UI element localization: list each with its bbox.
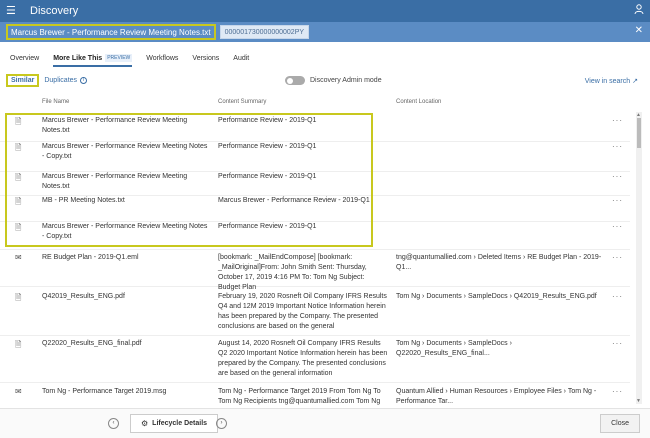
- row-menu-icon[interactable]: ···: [612, 116, 623, 125]
- content-location[interactable]: Tom Ng › Documents › SampleDocs › Q22020…: [396, 339, 606, 359]
- content-summary: Marcus Brewer - Performance Review - 201…: [218, 197, 370, 204]
- document-icon: 🗎: [15, 143, 22, 152]
- document-icon: 🗎: [15, 197, 22, 206]
- column-header-file-name[interactable]: File Name: [42, 99, 69, 105]
- file-name[interactable]: Marcus Brewer - Performance Review Meeti…: [42, 222, 210, 242]
- document-title: Marcus Brewer - Performance Review Meeti…: [6, 24, 216, 40]
- table-row[interactable]: 🗎 Q42019_Results_ENG.pdf February 19, 20…: [0, 292, 630, 336]
- gear-icon: ⚙: [141, 419, 149, 428]
- next-icon[interactable]: ›: [216, 418, 227, 429]
- subtab-bar: Similar Duplicates i: [6, 74, 88, 87]
- external-link-icon: ↗: [632, 78, 638, 85]
- tab-versions[interactable]: Versions: [192, 54, 219, 65]
- email-icon: ✉: [15, 387, 22, 396]
- admin-mode-label: Discovery Admin mode: [310, 77, 382, 84]
- tab-more-like-this[interactable]: More Like This PREVIEW: [53, 54, 133, 67]
- row-menu-icon[interactable]: ···: [612, 222, 623, 231]
- content-summary: Tom Ng - Performance Target 2019 From To…: [218, 388, 381, 405]
- document-icon: 🗎: [15, 293, 22, 302]
- file-name[interactable]: Marcus Brewer - Performance Review Meeti…: [42, 142, 210, 162]
- table-row[interactable]: ✉ Tom Ng - Performance Target 2019.msg T…: [0, 387, 630, 407]
- row-menu-icon[interactable]: ···: [612, 172, 623, 181]
- row-menu-icon[interactable]: ···: [612, 339, 623, 348]
- document-icon: 🗎: [15, 223, 22, 232]
- row-menu-icon[interactable]: ···: [612, 387, 623, 396]
- row-menu-icon[interactable]: ···: [612, 196, 623, 205]
- admin-mode-toggle[interactable]: [285, 76, 305, 85]
- file-name[interactable]: MB - PR Meeting Notes.txt: [42, 196, 210, 206]
- admin-mode-toggle-group: Discovery Admin mode: [285, 76, 382, 85]
- hamburger-icon[interactable]: ☰: [6, 0, 24, 22]
- results-scrollbar[interactable]: ▲ ▼: [636, 112, 642, 404]
- app-bar: ☰ Discovery: [0, 0, 650, 22]
- file-name[interactable]: RE Budget Plan - 2019-Q1.eml: [42, 253, 210, 263]
- file-name[interactable]: Q22020_Results_ENG_final.pdf: [42, 339, 210, 349]
- document-icon: 🗎: [15, 340, 22, 349]
- info-icon[interactable]: i: [80, 77, 88, 84]
- document-bar: Marcus Brewer - Performance Review Meeti…: [0, 22, 650, 42]
- table-row[interactable]: 🗎 Marcus Brewer - Performance Review Mee…: [0, 142, 630, 172]
- tab-bar: Overview More Like This PREVIEW Workflow…: [10, 54, 249, 67]
- subtab-similar[interactable]: Similar: [6, 74, 40, 87]
- tab-workflows[interactable]: Workflows: [146, 54, 178, 65]
- email-icon: ✉: [15, 253, 22, 262]
- document-icon: 🗎: [15, 173, 22, 182]
- content-location[interactable]: Tom Ng › Documents › SampleDocs › Q42019…: [396, 292, 606, 302]
- document-id: 000001730000000002PY: [219, 25, 310, 39]
- content-summary: Performance Review - 2019-Q1: [218, 117, 317, 124]
- content-summary: Performance Review - 2019-Q1: [218, 143, 317, 150]
- lifecycle-details-button[interactable]: ⚙ Lifecycle Details: [130, 414, 219, 433]
- content-summary: [bookmark: _MailEndCompose] [bookmark: _…: [218, 254, 367, 291]
- content-summary: Performance Review - 2019-Q1: [218, 223, 317, 230]
- table-row[interactable]: 🗎 Q22020_Results_ENG_final.pdf August 14…: [0, 339, 630, 383]
- tab-overview[interactable]: Overview: [10, 54, 39, 65]
- file-name[interactable]: Q42019_Results_ENG.pdf: [42, 292, 210, 302]
- file-name[interactable]: Tom Ng - Performance Target 2019.msg: [42, 387, 210, 397]
- user-icon[interactable]: [634, 4, 644, 17]
- table-row[interactable]: 🗎 MB - PR Meeting Notes.txt Marcus Brewe…: [0, 196, 630, 222]
- file-name[interactable]: Marcus Brewer - Performance Review Meeti…: [42, 116, 210, 136]
- document-icon: 🗎: [15, 117, 22, 126]
- tab-audit[interactable]: Audit: [233, 54, 249, 65]
- column-header-summary[interactable]: Content Summary: [218, 99, 266, 105]
- content-location[interactable]: Quantum Allied › Human Resources › Emplo…: [396, 387, 606, 407]
- scroll-down-icon[interactable]: ▼: [636, 398, 641, 404]
- row-menu-icon[interactable]: ···: [612, 142, 623, 151]
- table-row[interactable]: ✉ RE Budget Plan - 2019-Q1.eml [bookmark…: [0, 253, 630, 291]
- app-title: Discovery: [30, 5, 79, 17]
- row-menu-icon[interactable]: ···: [612, 292, 623, 301]
- content-summary: August 14, 2020 Rosneft Oil Company IFRS…: [218, 340, 388, 377]
- table-row[interactable]: 🗎 Marcus Brewer - Performance Review Mee…: [0, 116, 630, 142]
- table-row[interactable]: 🗎 Marcus Brewer - Performance Review Mee…: [0, 172, 630, 196]
- column-header-location[interactable]: Content Location: [396, 99, 441, 105]
- previous-icon[interactable]: ‹: [108, 418, 119, 429]
- table-row[interactable]: 🗎 Marcus Brewer - Performance Review Mee…: [0, 222, 630, 250]
- row-menu-icon[interactable]: ···: [612, 253, 623, 262]
- view-in-search-link[interactable]: View in search ↗: [585, 77, 638, 85]
- scrollbar-thumb[interactable]: [637, 118, 641, 148]
- content-summary: Performance Review - 2019-Q1: [218, 173, 317, 180]
- content-summary: February 19, 2020 Rosneft Oil Company IF…: [218, 293, 387, 330]
- preview-badge: PREVIEW: [105, 54, 133, 62]
- footer-bar: ‹ ⚙ Lifecycle Details › Close: [0, 408, 650, 438]
- content-location[interactable]: tng@quantumallied.com › Deleted Items › …: [396, 253, 606, 273]
- subtab-duplicates[interactable]: Duplicates i: [44, 77, 88, 84]
- close-button[interactable]: Close: [600, 414, 640, 433]
- close-icon[interactable]: ✕: [635, 25, 643, 36]
- file-name[interactable]: Marcus Brewer - Performance Review Meeti…: [42, 172, 210, 192]
